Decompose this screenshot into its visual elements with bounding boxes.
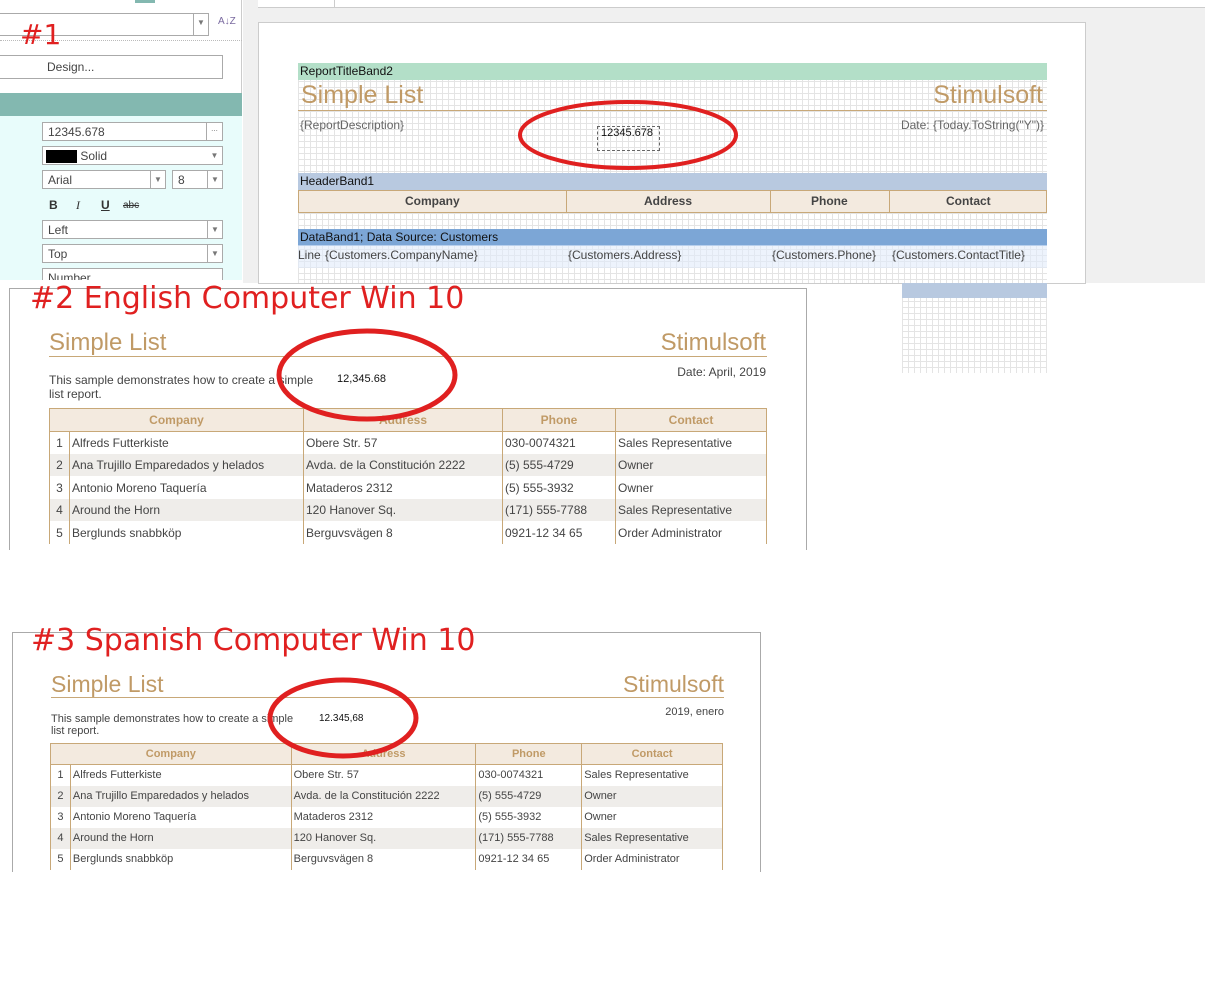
annotation-ellipse: [518, 100, 738, 170]
annotation-ellipse: [276, 328, 458, 422]
annotation-ellipse: [267, 677, 419, 759]
annotation-overlay: [267, 100, 738, 759]
